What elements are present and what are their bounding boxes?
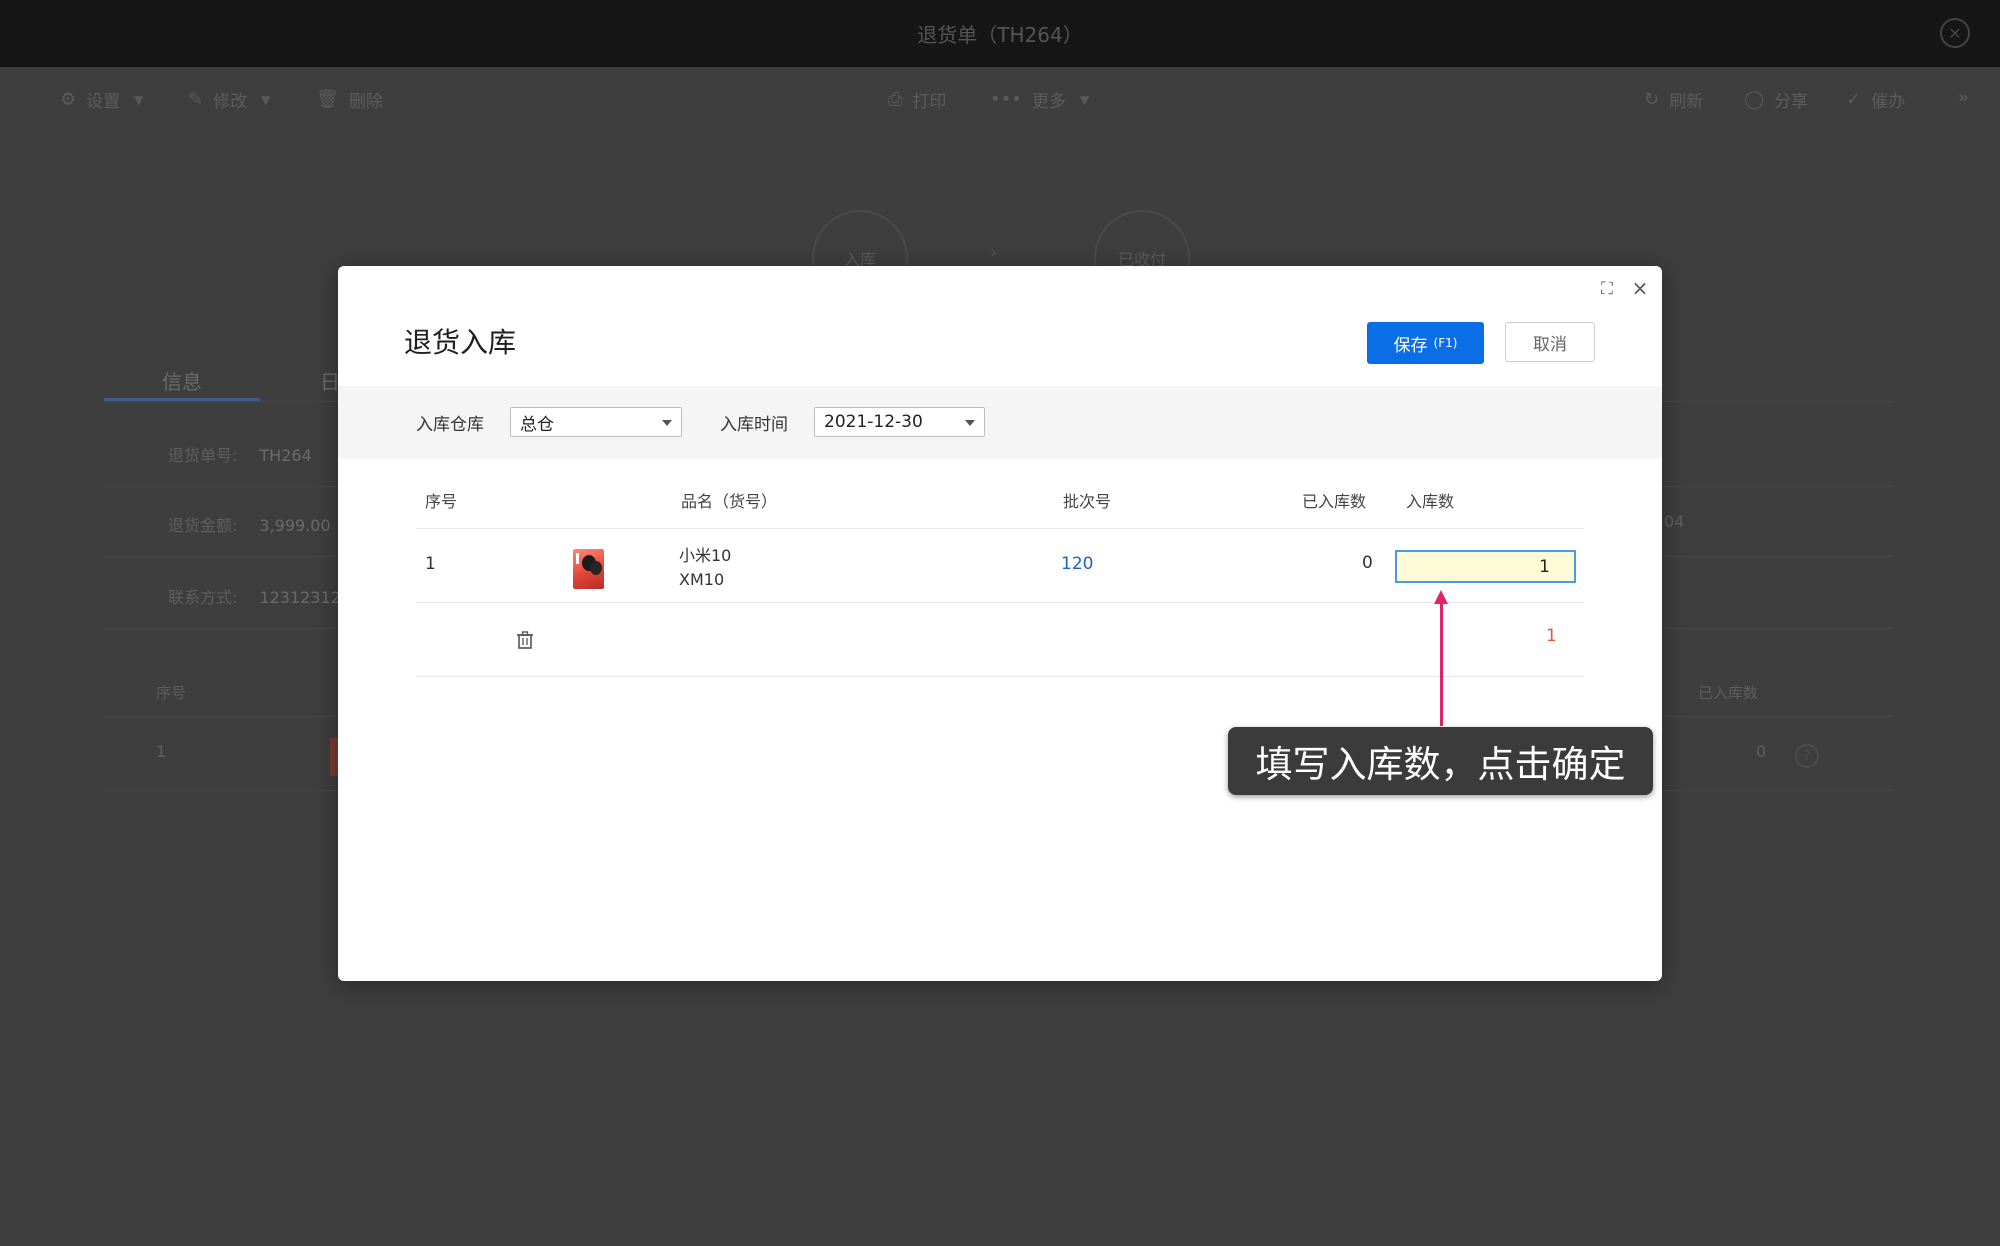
- date-select[interactable]: 2021-12-30: [814, 407, 985, 437]
- field-label: 联系方式:: [168, 588, 238, 607]
- printer-icon: ⎙: [888, 89, 903, 110]
- warehouse-label: 入库仓库: [416, 415, 484, 435]
- delete-row-icon[interactable]: [515, 630, 535, 650]
- help-icon: ?: [1795, 744, 1819, 768]
- warehouse-select[interactable]: 总仓: [510, 407, 682, 437]
- caret-down-icon: [965, 420, 975, 426]
- chevron-down-icon: ▼: [261, 92, 271, 107]
- tab-info: 信息: [162, 370, 202, 394]
- share-button: ◯ 分享: [1744, 87, 1808, 112]
- product-name: 小米10: [679, 546, 732, 565]
- warehouse-value: 总仓: [520, 414, 554, 435]
- save-button[interactable]: 保存 (F1): [1367, 322, 1484, 364]
- urge-button: ✓ 催办: [1846, 87, 1905, 112]
- bg-row-index: 1: [156, 742, 167, 761]
- return-no-field: 退货单号: TH264: [168, 442, 312, 466]
- more-menu: ••• 更多 ▼: [990, 87, 1089, 112]
- batch-link[interactable]: 120: [1061, 554, 1093, 574]
- return-amount-field: 退货金额: 3,999.00: [168, 512, 331, 536]
- gear-icon: ⚙: [60, 89, 77, 110]
- toolbar: ⚙ 设置 ▼ ✎ 修改 ▼ 🗑 删除 ⎙ 打印 ••• 更多 ▼ ↻ 刷新 ◯ …: [0, 67, 2000, 127]
- close-window-icon: ✕: [1940, 18, 1970, 48]
- edit-label: 修改: [213, 92, 248, 112]
- stocked-qty: 0: [1362, 553, 1373, 573]
- refresh-button: ↻ 刷新: [1644, 87, 1703, 112]
- settings-label: 设置: [86, 92, 121, 112]
- tutorial-callout: 填写入库数，点击确定: [1228, 727, 1653, 795]
- check-circle-icon: ✓: [1846, 89, 1862, 110]
- print-button: ⎙ 打印: [888, 87, 946, 112]
- divider: [416, 676, 1584, 677]
- field-value: 12312312: [259, 588, 341, 607]
- date-label: 入库时间: [720, 415, 788, 435]
- date-value: 2021-12-30: [824, 412, 923, 432]
- step-arrow-icon: ›: [990, 242, 998, 263]
- col-batch: 批次号: [1063, 492, 1112, 511]
- urge-label: 催办: [1871, 92, 1906, 112]
- col-stocked: 已入库数: [1302, 492, 1367, 511]
- save-label: 保存: [1393, 335, 1428, 356]
- stock-in-qty-input[interactable]: [1395, 550, 1576, 583]
- total-qty: 1: [1546, 626, 1557, 646]
- chevron-down-icon: ▼: [1079, 92, 1090, 107]
- refresh-icon: ↻: [1644, 89, 1660, 110]
- print-label: 打印: [912, 92, 947, 112]
- window-title: 退货单（TH264）: [917, 23, 1083, 47]
- product-sku: XM10: [679, 570, 725, 589]
- field-label: 退货单号:: [168, 446, 238, 465]
- dialog-title: 退货入库: [404, 326, 517, 359]
- window-titlebar: 退货单（TH264） ✕: [0, 0, 2000, 67]
- caret-down-icon: [662, 420, 672, 426]
- close-icon[interactable]: ×: [1628, 276, 1652, 300]
- chevron-down-icon: ▼: [134, 92, 144, 107]
- maximize-icon[interactable]: ⛶: [1596, 278, 1618, 300]
- bg-row-stocked: 0: [1756, 742, 1767, 761]
- delete-button: 🗑 删除: [316, 87, 383, 112]
- more-label: 更多: [1031, 92, 1066, 112]
- row-index: 1: [425, 554, 436, 574]
- product-thumbnail: [573, 549, 604, 589]
- tab-log: 日: [320, 370, 340, 394]
- field-value: TH264: [259, 446, 312, 465]
- field-value: 04: [1664, 512, 1685, 531]
- trash-icon: 🗑: [316, 89, 339, 110]
- settings-menu: ⚙ 设置 ▼: [60, 87, 143, 112]
- divider: [416, 602, 1584, 603]
- stock-in-dialog: ⛶ × 退货入库 保存 (F1) 取消 入库仓库 总仓 入库时间 2021-12…: [338, 266, 1662, 981]
- col-name: 品名（货号）: [681, 492, 778, 511]
- divider: [416, 528, 1584, 529]
- edit-icon: ✎: [188, 89, 204, 110]
- field-value: 3,999.00: [259, 516, 331, 535]
- pointer-arrow: [1440, 600, 1443, 726]
- save-hotkey: (F1): [1433, 336, 1458, 350]
- refresh-label: 刷新: [1669, 92, 1704, 112]
- filter-bar: 入库仓库 总仓 入库时间 2021-12-30: [338, 386, 1662, 459]
- collapse-icon: »: [1958, 87, 1970, 108]
- bg-col-index: 序号: [156, 684, 187, 702]
- bg-col-stocked: 已入库数: [1698, 684, 1759, 702]
- cancel-button[interactable]: 取消: [1505, 322, 1595, 362]
- col-index: 序号: [425, 492, 458, 511]
- more-icon: •••: [990, 89, 1022, 110]
- share-label: 分享: [1774, 92, 1809, 112]
- delete-label: 删除: [348, 92, 383, 112]
- col-qty: 入库数: [1406, 492, 1455, 511]
- contact-field: 联系方式: 12312312: [168, 584, 341, 608]
- chat-icon: ◯: [1744, 89, 1765, 110]
- edit-menu: ✎ 修改 ▼: [188, 87, 270, 112]
- field-label: 退货金额:: [168, 516, 238, 535]
